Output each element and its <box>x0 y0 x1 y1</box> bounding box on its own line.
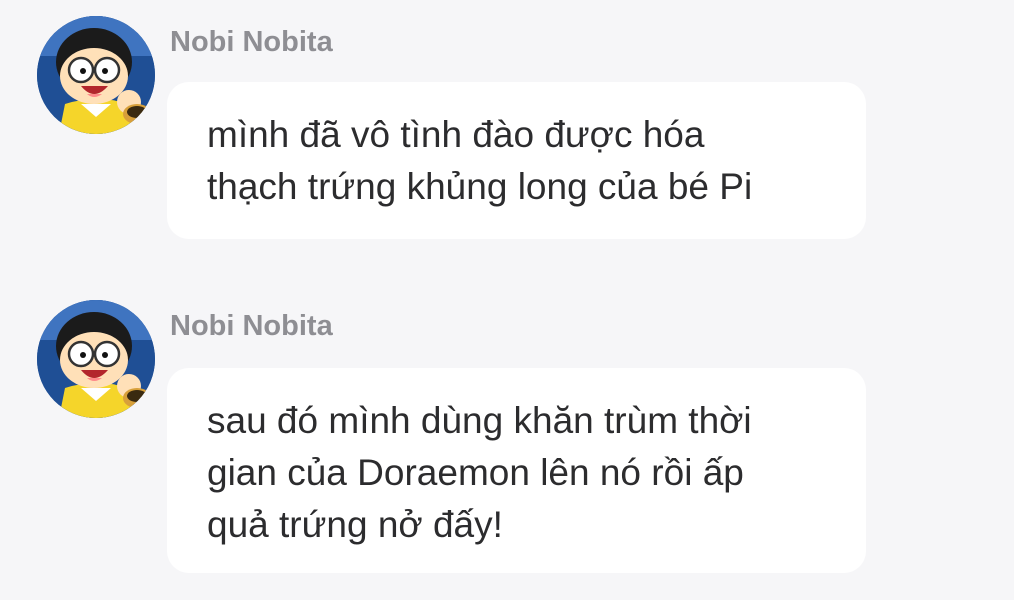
sender-name: Nobi Nobita <box>170 26 333 58</box>
nobita-avatar-icon[interactable] <box>37 300 155 418</box>
nobita-avatar-icon[interactable] <box>37 16 155 134</box>
message-bubble[interactable]: mình đã vô tình đào được hóa thạch trứng… <box>167 82 866 239</box>
message-text: mình đã vô tình đào được hóa thạch trứng… <box>207 114 753 207</box>
message-text: sau đó mình dùng khăn trùm thời gian của… <box>207 400 752 545</box>
message-bubble[interactable]: sau đó mình dùng khăn trùm thời gian của… <box>167 368 866 573</box>
sender-name: Nobi Nobita <box>170 310 333 342</box>
